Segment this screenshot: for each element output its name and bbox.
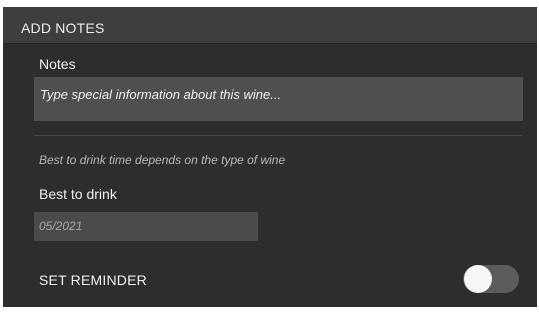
set-reminder-toggle[interactable] xyxy=(463,265,519,293)
best-to-drink-hint: Best to drink time depends on the type o… xyxy=(39,153,286,167)
section-header: ADD NOTES xyxy=(3,7,537,44)
best-to-drink-label: Best to drink xyxy=(39,186,117,202)
set-reminder-label: SET REMINDER xyxy=(39,272,147,288)
screen: ADD NOTES Notes Type special information… xyxy=(0,0,539,313)
notes-label: Notes xyxy=(39,56,76,72)
divider xyxy=(34,135,522,136)
notes-textarea[interactable]: Type special information about this wine… xyxy=(34,77,523,121)
section-title: ADD NOTES xyxy=(21,20,105,36)
best-to-drink-date-field[interactable]: 05/2021 xyxy=(34,212,258,241)
add-notes-panel: ADD NOTES Notes Type special information… xyxy=(3,7,537,307)
toggle-knob xyxy=(464,265,492,293)
best-to-drink-date-value: 05/2021 xyxy=(39,219,83,233)
notes-text: Type special information about this wine… xyxy=(40,87,282,102)
